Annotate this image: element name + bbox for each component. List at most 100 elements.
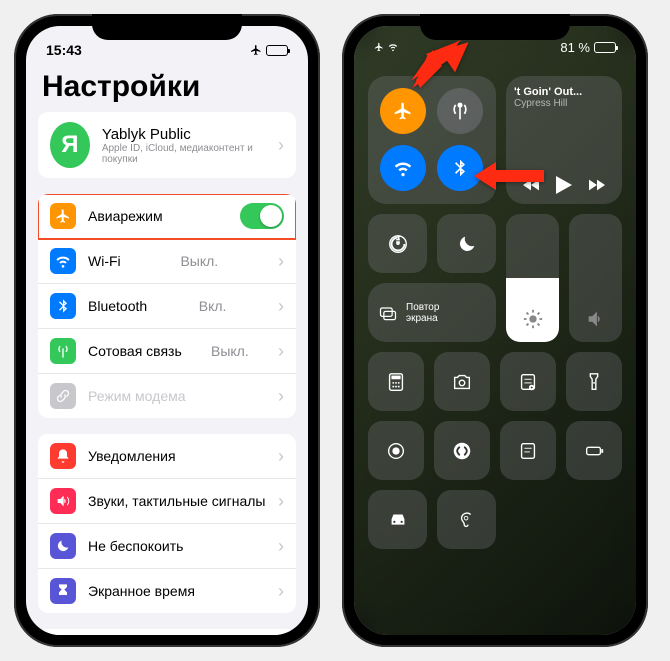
control-center: 't Goin' Out... Cypress Hill (354, 26, 636, 549)
phone-right-control-center: 81 % (342, 14, 648, 647)
account-name: Yablyk Public (102, 126, 266, 143)
annotation-arrow-2 (474, 158, 544, 199)
settings-row-speaker[interactable]: Звуки, тактильные сигналы › (38, 479, 296, 524)
calculator-button[interactable] (368, 352, 424, 411)
row-value: Выкл. (211, 343, 249, 359)
battery-icon (266, 45, 288, 56)
row-value: Вкл. (199, 298, 227, 314)
settings-row-bell[interactable]: Уведомления › (38, 434, 296, 479)
chevron-right-icon: › (278, 251, 284, 272)
wifi-icon (50, 248, 76, 274)
ear-icon (456, 509, 478, 531)
status-time: 15:43 (46, 42, 82, 58)
bell-icon (50, 443, 76, 469)
lock-rotation-icon (387, 233, 409, 255)
settings-row-link[interactable]: Режим модема › (38, 374, 296, 418)
settings-row-wifi[interactable]: Wi-Fi Выкл. › (38, 239, 296, 284)
airplane-status-icon (250, 44, 262, 56)
moon-icon (456, 233, 478, 255)
moon-icon (50, 533, 76, 559)
volume-slider[interactable] (569, 214, 622, 342)
annotation-arrow-1 (412, 36, 472, 101)
wifi-icon (393, 158, 413, 178)
screen-record-button[interactable] (368, 421, 424, 480)
chevron-right-icon: › (278, 386, 284, 407)
screen-mirroring-button[interactable]: Повтор экрана (368, 283, 496, 342)
shazam-button[interactable] (434, 421, 490, 480)
carplay-button[interactable] (368, 490, 427, 549)
bluetooth-icon (450, 158, 470, 178)
quick-note-button[interactable] (500, 421, 556, 480)
chevron-right-icon: › (278, 536, 284, 557)
row-label: Режим модема (88, 388, 186, 404)
page-title: Настройки (26, 66, 308, 112)
account-row[interactable]: Я Yablyk Public Apple ID, iCloud, медиак… (38, 112, 296, 178)
forward-icon[interactable] (589, 179, 605, 191)
row-label: Сотовая связь (88, 343, 182, 359)
airplane-icon (50, 203, 76, 229)
status-right (250, 44, 288, 56)
speaker-icon (585, 308, 607, 330)
chevron-right-icon: › (278, 296, 284, 317)
phone-left-settings: 15:43 Настройки Я Yablyk Public Apple ID… (14, 14, 320, 647)
account-sub: Apple ID, iCloud, медиаконтент и покупки (102, 143, 266, 165)
row-label: Звуки, тактильные сигналы (88, 493, 265, 509)
settings-row-gear[interactable]: Основные › (38, 629, 296, 635)
brightness-slider[interactable] (506, 214, 559, 342)
media-title: 't Goin' Out... (514, 86, 614, 98)
battery-icon (583, 440, 605, 462)
settings-screen: 15:43 Настройки Я Yablyk Public Apple ID… (26, 26, 308, 635)
control-center-screen: 81 % (354, 26, 636, 635)
settings-group-3: Основные › Пункт управления › AA Экран и… (38, 629, 296, 635)
hearing-button[interactable] (437, 490, 496, 549)
avatar: Я (50, 122, 90, 168)
settings-row-airplane[interactable]: Авиарежим (38, 194, 296, 239)
row-label: Bluetooth (88, 298, 147, 314)
low-power-button[interactable] (566, 421, 622, 480)
sun-icon (522, 308, 544, 330)
chevron-right-icon: › (278, 581, 284, 602)
play-icon[interactable] (556, 176, 572, 194)
flashlight-icon (583, 371, 605, 393)
settings-row-antenna[interactable]: Сотовая связь Выкл. › (38, 329, 296, 374)
do-not-disturb-button[interactable] (437, 214, 496, 273)
shazam-icon (451, 440, 473, 462)
row-label: Не беспокоить (88, 538, 183, 554)
media-artist: Cypress Hill (514, 98, 614, 109)
note-icon (517, 440, 539, 462)
camera-button[interactable] (434, 352, 490, 411)
row-label: Экранное время (88, 583, 195, 599)
settings-group-2: Уведомления › Звуки, тактильные сигналы … (38, 434, 296, 613)
wifi-toggle[interactable] (380, 145, 426, 191)
orientation-lock-button[interactable] (368, 214, 427, 273)
antenna-icon (450, 101, 470, 121)
chevron-right-icon: › (278, 135, 284, 156)
settings-row-hourglass[interactable]: Экранное время › (38, 569, 296, 613)
speaker-icon (50, 488, 76, 514)
antenna-icon (50, 338, 76, 364)
toggle-switch[interactable] (240, 203, 284, 229)
mirror-label: Повтор экрана (406, 302, 439, 324)
notes-icon (517, 371, 539, 393)
row-value: Выкл. (180, 253, 218, 269)
record-icon (385, 440, 407, 462)
settings-row-moon[interactable]: Не беспокоить › (38, 524, 296, 569)
notes-button[interactable] (500, 352, 556, 411)
chevron-right-icon: › (278, 341, 284, 362)
flashlight-button[interactable] (566, 352, 622, 411)
notch (92, 14, 242, 40)
row-label: Wi-Fi (88, 253, 121, 269)
row-label: Авиарежим (88, 208, 163, 224)
row-label: Уведомления (88, 448, 176, 464)
car-icon (387, 509, 409, 531)
settings-row-bluetooth[interactable]: Bluetooth Вкл. › (38, 284, 296, 329)
mirror-icon (378, 303, 398, 323)
chevron-right-icon: › (278, 446, 284, 467)
calculator-icon (385, 371, 407, 393)
airplane-icon (393, 101, 413, 121)
hourglass-icon (50, 578, 76, 604)
bluetooth-icon (50, 293, 76, 319)
link-icon (50, 383, 76, 409)
chevron-right-icon: › (278, 491, 284, 512)
settings-group-1: Авиарежим Wi-Fi Выкл. › Bluetooth Вкл. › (38, 194, 296, 418)
